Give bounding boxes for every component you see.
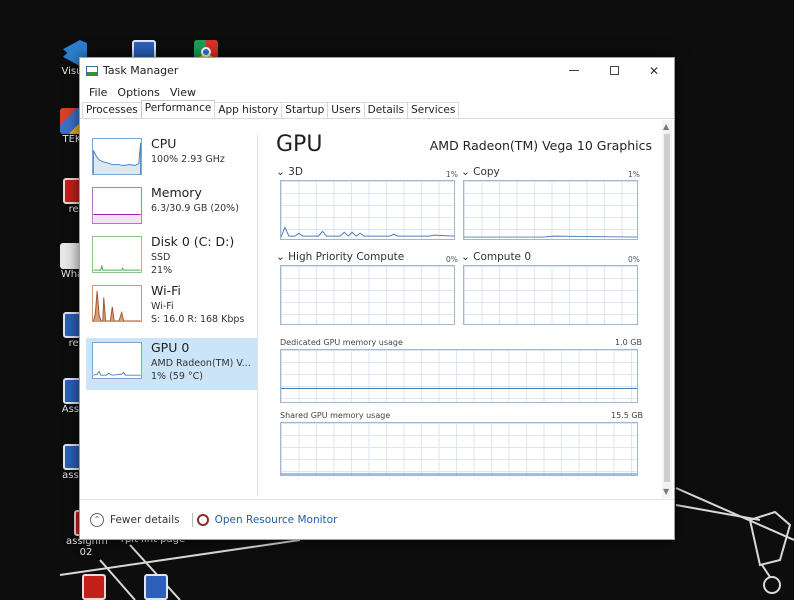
disk-thumbnail-graph bbox=[92, 236, 142, 273]
resource-detail: AMD Radeon(TM) V... bbox=[151, 358, 251, 369]
resource-name: GPU 0 bbox=[151, 340, 190, 355]
maximize-icon bbox=[609, 66, 619, 75]
footer-divider bbox=[191, 512, 193, 527]
dedicated-memory-label: Dedicated GPU memory usage bbox=[280, 338, 403, 347]
wifi-thumbnail-graph bbox=[92, 285, 142, 322]
menu-view[interactable]: View bbox=[165, 86, 201, 99]
engine-3d-label[interactable]: ⌄ 3D bbox=[276, 166, 303, 178]
tab-bar: Processes Performance App history Startu… bbox=[80, 100, 674, 119]
resource-detail: Wi-Fi bbox=[151, 301, 174, 312]
resource-detail: SSD bbox=[151, 252, 171, 263]
resource-item-wifi[interactable]: Wi-Fi Wi-Fi S: 16.0 R: 168 Kbps bbox=[86, 281, 257, 333]
engine-high-priority-compute-graph bbox=[280, 265, 455, 325]
open-resource-monitor-label: Open Resource Monitor bbox=[214, 513, 338, 526]
resource-detail: 6.3/30.9 GB (20%) bbox=[151, 203, 239, 214]
resource-detail-2: 21% bbox=[151, 265, 173, 276]
open-resource-monitor-link[interactable]: Open Resource Monitor bbox=[196, 513, 338, 526]
fewer-details-button[interactable]: ⌃ Fewer details bbox=[90, 512, 180, 527]
close-icon: ✕ bbox=[648, 63, 660, 78]
tab-performance[interactable]: Performance bbox=[140, 100, 216, 118]
resource-detail: 100% 2.93 GHz bbox=[151, 154, 225, 165]
minimize-button[interactable] bbox=[554, 58, 594, 83]
gpu-thumbnail-graph bbox=[92, 342, 142, 379]
memory-thumbnail-graph bbox=[92, 187, 142, 224]
scroll-down-icon[interactable]: ▼ bbox=[663, 487, 669, 496]
task-manager-icon bbox=[86, 65, 98, 76]
resource-name: CPU bbox=[151, 136, 177, 151]
pdf-icon bbox=[82, 574, 106, 600]
engine-copy-graph bbox=[463, 180, 638, 240]
tab-startup[interactable]: Startup bbox=[281, 102, 329, 118]
tab-app-history[interactable]: App history bbox=[214, 102, 283, 118]
gpu-model-name: AMD Radeon(TM) Vega 10 Graphics bbox=[429, 138, 652, 153]
engine-3d-graph bbox=[280, 180, 455, 240]
engine-high-priority-compute-label[interactable]: ⌄ High Priority Compute bbox=[276, 251, 404, 263]
resource-name: Wi-Fi bbox=[151, 283, 181, 298]
resource-name: Disk 0 (C: D:) bbox=[151, 234, 235, 249]
menu-bar: File Options View bbox=[80, 83, 674, 101]
tab-services[interactable]: Services bbox=[407, 102, 460, 118]
desktop-icon-pdf-2[interactable] bbox=[74, 574, 114, 600]
tab-details[interactable]: Details bbox=[363, 102, 409, 118]
dedicated-memory-graph bbox=[280, 349, 638, 403]
maximize-button[interactable] bbox=[594, 58, 634, 83]
engine-copy-label[interactable]: ⌄ Copy bbox=[461, 166, 500, 178]
title-bar[interactable]: Task Manager ✕ bbox=[80, 58, 674, 83]
resource-list: CPU 100% 2.93 GHz Memory 6.3/30.9 GB (20… bbox=[80, 134, 258, 496]
resource-item-disk[interactable]: Disk 0 (C: D:) SSD 21% bbox=[86, 232, 257, 284]
task-manager-window: Task Manager ✕ File Options View Process… bbox=[79, 57, 675, 540]
word-doc-icon bbox=[144, 574, 168, 600]
resource-item-gpu[interactable]: GPU 0 AMD Radeon(TM) V... 1% (59 °C) bbox=[86, 338, 257, 390]
shared-memory-label: Shared GPU memory usage bbox=[280, 411, 391, 420]
close-button[interactable]: ✕ bbox=[634, 58, 674, 83]
scroll-up-icon[interactable]: ▲ bbox=[663, 122, 669, 131]
engine-3d-pct: 1% bbox=[446, 170, 458, 179]
dedicated-memory-max: 1.0 GB bbox=[615, 338, 642, 347]
engine-compute-0-pct: 0% bbox=[628, 255, 640, 264]
window-title: Task Manager bbox=[103, 64, 179, 77]
menu-file[interactable]: File bbox=[84, 86, 112, 99]
resource-detail-2: 1% (59 °C) bbox=[151, 371, 203, 382]
resource-item-memory[interactable]: Memory 6.3/30.9 GB (20%) bbox=[86, 183, 257, 235]
tab-processes[interactable]: Processes bbox=[82, 102, 142, 118]
vertical-scrollbar[interactable]: ▲ ▼ bbox=[662, 120, 672, 498]
engine-compute-0-label[interactable]: ⌄ Compute 0 bbox=[461, 251, 531, 263]
resource-detail-2: S: 16.0 R: 168 Kbps bbox=[151, 314, 245, 325]
gpu-detail-panel: GPU AMD Radeon(TM) Vega 10 Graphics ⌄ 3D… bbox=[270, 132, 652, 496]
engine-copy-pct: 1% bbox=[628, 170, 640, 179]
cpu-thumbnail-graph bbox=[92, 138, 142, 175]
footer-bar: ⌃ Fewer details Open Resource Monitor bbox=[80, 499, 674, 539]
resource-monitor-icon bbox=[196, 513, 209, 526]
resource-item-cpu[interactable]: CPU 100% 2.93 GHz bbox=[86, 134, 257, 186]
shared-memory-max: 15.5 GB bbox=[611, 411, 644, 420]
engine-compute-0-graph bbox=[463, 265, 638, 325]
tab-users[interactable]: Users bbox=[327, 102, 365, 118]
minimize-icon bbox=[569, 70, 579, 71]
shared-memory-graph bbox=[280, 422, 638, 476]
chevron-up-icon: ⌃ bbox=[90, 512, 104, 527]
engine-high-priority-compute-pct: 0% bbox=[446, 255, 458, 264]
menu-options[interactable]: Options bbox=[112, 86, 164, 99]
desktop-icon-word-doc-3[interactable] bbox=[136, 574, 176, 600]
fewer-details-label: Fewer details bbox=[110, 513, 180, 526]
performance-content: CPU 100% 2.93 GHz Memory 6.3/30.9 GB (20… bbox=[80, 120, 674, 498]
resource-name: Memory bbox=[151, 185, 202, 200]
gpu-title: GPU bbox=[276, 132, 323, 157]
scrollbar-thumb[interactable] bbox=[664, 134, 670, 482]
